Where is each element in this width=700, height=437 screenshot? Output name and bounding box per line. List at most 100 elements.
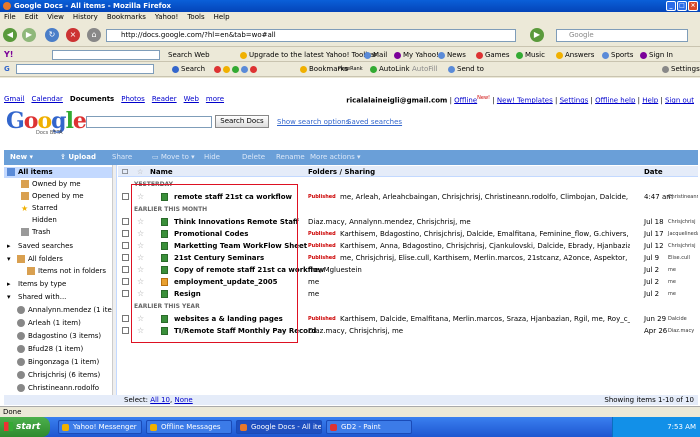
row-checkbox[interactable] [122,278,129,285]
maximize-button[interactable]: □ [677,1,687,11]
sidebar-item-starred[interactable]: ★ Starred [4,203,116,214]
yahoo-search-web-button[interactable]: Search Web [168,50,210,60]
google-toolbar-search-input[interactable] [16,64,154,74]
date-column-header[interactable]: Date [644,168,663,176]
url-bar[interactable]: http://docs.google.com/?hl=en&tab=wo#all [106,29,516,42]
send-to-button[interactable]: Send to [448,64,484,74]
new-templates-link[interactable]: New! Templates [497,96,553,104]
sidebar-item-shared-user[interactable]: Bfud28 (1 item) [4,344,116,355]
minimize-button[interactable]: _ [666,1,676,11]
autolink-button[interactable]: AutoLink [370,64,410,74]
sidebar-item-trash[interactable]: Trash [4,227,116,238]
yahoo-my-yahoo-button[interactable]: My Yahoo! [394,50,439,60]
back-arrow-icon[interactable]: ◀ [3,28,17,42]
row-checkbox[interactable] [122,230,129,237]
hide-button[interactable]: Hide [204,153,220,161]
show-search-options-link[interactable]: Show search options [277,118,349,126]
gbar-photos-link[interactable]: Photos [121,95,145,103]
sidebar-item-shared-user[interactable]: Christineann.rodolfo [4,383,116,394]
close-button[interactable]: × [688,1,698,11]
more-actions-button[interactable]: More actions ▾ [310,153,361,161]
sidebar-item-owned-by-me[interactable]: Owned by me [4,179,116,190]
menu-help[interactable]: Help [214,12,230,23]
row-checkbox[interactable] [122,242,129,249]
google-toolbar-tools-icons[interactable] [214,64,259,74]
name-column-header[interactable]: Name [150,168,173,176]
google-toolbar-settings-button[interactable]: Settings [662,64,700,74]
menu-file[interactable]: File [4,12,16,23]
rename-button[interactable]: Rename [276,153,305,161]
menu-bookmarks[interactable]: Bookmarks [107,12,146,23]
reload-icon[interactable]: ↻ [45,28,59,42]
google-toolbar-search-button[interactable]: Search [172,64,205,74]
offline-help-link[interactable]: Offline help [595,96,635,104]
gbar-calendar-link[interactable]: Calendar [31,95,62,103]
row-checkbox[interactable] [122,218,129,225]
sidebar-item-shared-user[interactable]: Bingonzaga (1 item) [4,357,116,368]
yahoo-answers-button[interactable]: Answers [556,50,594,60]
home-icon[interactable]: ⌂ [87,28,101,42]
row-checkbox[interactable] [122,290,129,297]
row-checkbox[interactable] [122,315,129,322]
share-button[interactable]: Share [112,153,132,161]
sidebar-item-items-not-in-folders[interactable]: Items not in folders [4,266,116,277]
sign-out-link[interactable]: Sign out [665,96,694,104]
delete-button[interactable]: Delete [242,153,265,161]
menu-edit[interactable]: Edit [25,12,39,23]
sidebar-scrollbar[interactable] [112,165,116,401]
menu-history[interactable]: History [73,12,98,23]
sidebar-item-hidden[interactable]: Hidden [4,215,116,226]
sidebar-item-saved-searches[interactable]: ▸ Saved searches [4,241,116,252]
docs-search-input[interactable] [86,116,212,128]
move-to-button[interactable]: ▭ Move to ▾ [152,153,195,161]
select-all-checkbox[interactable]: ☐ [122,168,128,176]
sidebar-item-opened-by-me[interactable]: Opened by me [4,191,116,202]
sidebar-item-shared-user[interactable]: Arleah (1 item) [4,318,116,329]
menu-yahoo[interactable]: Yahoo! [155,12,178,23]
sidebar-item-shared-user[interactable]: Bdagostino (3 items) [4,331,116,342]
taskbar-item-paint[interactable]: GD2 - Paint [326,420,412,434]
sidebar-item-all-folders[interactable]: ▾ All folders [4,254,116,265]
taskbar-item-google-docs[interactable]: Google Docs - All item... [236,420,322,434]
gbar-gmail-link[interactable]: Gmail [4,95,24,103]
sidebar-item-shared-user[interactable]: Annalynn.mendez (1 item) [4,305,116,316]
help-link[interactable]: Help [642,96,658,104]
forward-arrow-icon[interactable]: ▶ [22,28,36,42]
select-all-link[interactable]: All 10 [150,396,170,404]
row-checkbox[interactable] [122,193,129,200]
upload-button[interactable]: ⇪ Upload [60,153,96,161]
sidebar-item-shared-user[interactable]: Chrisjchrisj (6 items) [4,370,116,381]
row-checkbox[interactable] [122,266,129,273]
offline-link[interactable]: Offline [454,96,477,104]
row-checkbox[interactable] [122,327,129,334]
google-toolbar-logo-icon[interactable]: G [4,64,10,74]
yahoo-mail-button[interactable]: Mail [364,50,387,60]
search-docs-button[interactable]: Search Docs [215,115,269,128]
taskbar-item-offline-messages[interactable]: Offline Messages [146,420,232,434]
yahoo-search-input[interactable] [52,50,160,60]
gbar-reader-link[interactable]: Reader [152,95,177,103]
stop-icon[interactable]: × [66,28,80,42]
folders-column-header[interactable]: Folders / Sharing [308,168,375,176]
yahoo-sign-in-button[interactable]: Sign In [640,50,673,60]
autofill-button[interactable]: AutoFill [412,64,438,74]
yahoo-games-button[interactable]: Games [476,50,510,60]
yahoo-upgrade-link[interactable]: Upgrade to the latest Yahoo! Toolbar [240,50,377,60]
menu-view[interactable]: View [47,12,64,23]
sidebar-item-shared-with[interactable]: ▾ Shared with... [4,292,116,303]
new-button[interactable]: New ▾ [10,153,33,161]
menu-tools[interactable]: Tools [187,12,204,23]
browser-search-input[interactable]: Google [556,29,688,42]
yahoo-music-button[interactable]: Music [516,50,545,60]
sidebar-item-items-by-type[interactable]: ▸ Items by type [4,279,116,290]
yahoo-news-button[interactable]: News [438,50,466,60]
settings-link[interactable]: Settings [560,96,589,104]
row-checkbox[interactable] [122,254,129,261]
yahoo-sports-button[interactable]: Sports [602,50,633,60]
gbar-web-link[interactable]: Web [184,95,199,103]
sidebar-item-all-items[interactable]: All items [4,167,116,178]
gbar-more-link[interactable]: more [206,95,224,103]
yahoo-logo-icon[interactable]: Y! [4,50,13,60]
start-button[interactable]: start [0,417,50,437]
saved-searches-link[interactable]: Saved searches [347,118,402,126]
